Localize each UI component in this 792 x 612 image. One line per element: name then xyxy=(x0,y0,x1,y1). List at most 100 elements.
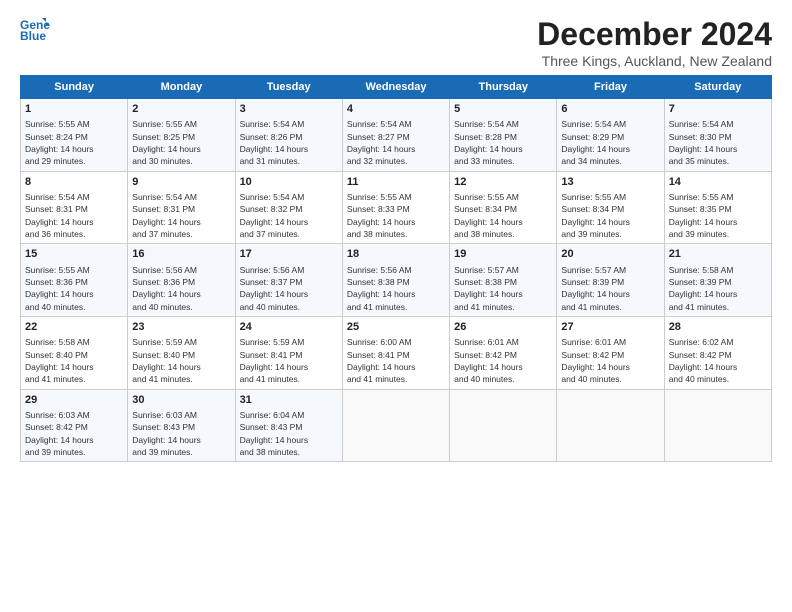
day-number: 13 xyxy=(561,175,659,190)
day-number: 19 xyxy=(454,247,552,262)
col-friday: Friday xyxy=(557,76,664,99)
table-row: 14Sunrise: 5:55 AMSunset: 8:35 PMDayligh… xyxy=(664,171,771,244)
day-info: Sunrise: 5:54 AMSunset: 8:27 PMDaylight:… xyxy=(347,118,445,167)
col-monday: Monday xyxy=(128,76,235,99)
day-number: 18 xyxy=(347,247,445,262)
day-number: 30 xyxy=(132,393,230,408)
day-info: Sunrise: 5:59 AMSunset: 8:40 PMDaylight:… xyxy=(132,336,230,385)
logo: General Blue xyxy=(20,16,50,44)
day-info: Sunrise: 5:58 AMSunset: 8:40 PMDaylight:… xyxy=(25,336,123,385)
day-number: 15 xyxy=(25,247,123,262)
table-row: 17Sunrise: 5:56 AMSunset: 8:37 PMDayligh… xyxy=(235,244,342,317)
title-block: December 2024 Three Kings, Auckland, New… xyxy=(537,16,772,69)
day-info: Sunrise: 5:54 AMSunset: 8:31 PMDaylight:… xyxy=(25,191,123,240)
day-info: Sunrise: 6:02 AMSunset: 8:42 PMDaylight:… xyxy=(669,336,767,385)
table-row xyxy=(664,389,771,462)
day-info: Sunrise: 5:55 AMSunset: 8:34 PMDaylight:… xyxy=(561,191,659,240)
day-number: 27 xyxy=(561,320,659,335)
day-info: Sunrise: 5:55 AMSunset: 8:33 PMDaylight:… xyxy=(347,191,445,240)
table-row: 6Sunrise: 5:54 AMSunset: 8:29 PMDaylight… xyxy=(557,99,664,172)
calendar-week-row: 22Sunrise: 5:58 AMSunset: 8:40 PMDayligh… xyxy=(21,316,772,389)
day-info: Sunrise: 5:54 AMSunset: 8:29 PMDaylight:… xyxy=(561,118,659,167)
day-number: 23 xyxy=(132,320,230,335)
day-info: Sunrise: 5:58 AMSunset: 8:39 PMDaylight:… xyxy=(669,264,767,313)
day-info: Sunrise: 5:54 AMSunset: 8:30 PMDaylight:… xyxy=(669,118,767,167)
day-number: 1 xyxy=(25,102,123,117)
calendar-week-row: 8Sunrise: 5:54 AMSunset: 8:31 PMDaylight… xyxy=(21,171,772,244)
table-row: 29Sunrise: 6:03 AMSunset: 8:42 PMDayligh… xyxy=(21,389,128,462)
svg-text:Blue: Blue xyxy=(20,29,46,43)
day-info: Sunrise: 6:01 AMSunset: 8:42 PMDaylight:… xyxy=(561,336,659,385)
table-row xyxy=(342,389,449,462)
day-info: Sunrise: 6:04 AMSunset: 8:43 PMDaylight:… xyxy=(240,409,338,458)
page: General Blue December 2024 Three Kings, … xyxy=(0,0,792,612)
day-number: 21 xyxy=(669,247,767,262)
col-thursday: Thursday xyxy=(450,76,557,99)
table-row: 20 Sunrise: 5:57 AMSunset: 8:39 PMDayligh… xyxy=(557,244,664,317)
logo-icon: General Blue xyxy=(20,16,50,44)
col-sunday: Sunday xyxy=(21,76,128,99)
table-row: 13Sunrise: 5:55 AMSunset: 8:34 PMDayligh… xyxy=(557,171,664,244)
day-info: Sunrise: 5:54 AMSunset: 8:31 PMDaylight:… xyxy=(132,191,230,240)
table-row: 7Sunrise: 5:54 AMSunset: 8:30 PMDaylight… xyxy=(664,99,771,172)
day-number: 14 xyxy=(669,175,767,190)
table-row: 30Sunrise: 6:03 AMSunset: 8:43 PMDayligh… xyxy=(128,389,235,462)
subtitle: Three Kings, Auckland, New Zealand xyxy=(537,53,772,69)
table-row: 22Sunrise: 5:58 AMSunset: 8:40 PMDayligh… xyxy=(21,316,128,389)
day-number: 7 xyxy=(669,102,767,117)
day-info: Sunrise: 5:54 AMSunset: 8:32 PMDaylight:… xyxy=(240,191,338,240)
day-number: 20 xyxy=(561,247,659,262)
table-row: 19 Sunrise: 5:57 AMSunset: 8:38 PMDayligh… xyxy=(450,244,557,317)
table-row: 2Sunrise: 5:55 AMSunset: 8:25 PMDaylight… xyxy=(128,99,235,172)
day-info: Sunrise: 6:03 AMSunset: 8:43 PMDaylight:… xyxy=(132,409,230,458)
calendar-table: Sunday Monday Tuesday Wednesday Thursday… xyxy=(20,75,772,462)
day-number: 17 xyxy=(240,247,338,262)
col-saturday: Saturday xyxy=(664,76,771,99)
calendar-week-row: 1Sunrise: 5:55 AMSunset: 8:24 PMDaylight… xyxy=(21,99,772,172)
day-info: Sunrise: 5:54 AMSunset: 8:28 PMDaylight:… xyxy=(454,118,552,167)
day-number: 8 xyxy=(25,175,123,190)
table-row: 15 Sunrise: 5:55 AMSunset: 8:36 PMDayligh… xyxy=(21,244,128,317)
day-info: Sunrise: 5:55 AMSunset: 8:34 PMDaylight:… xyxy=(454,191,552,240)
day-number: 24 xyxy=(240,320,338,335)
day-info: Sunrise: 5:55 AMSunset: 8:25 PMDaylight:… xyxy=(132,118,230,167)
day-info: Sunrise: 5:59 AMSunset: 8:41 PMDaylight:… xyxy=(240,336,338,385)
table-row: 23Sunrise: 5:59 AMSunset: 8:40 PMDayligh… xyxy=(128,316,235,389)
day-info: Sunrise: 6:00 AMSunset: 8:41 PMDaylight:… xyxy=(347,336,445,385)
calendar-week-row: 29Sunrise: 6:03 AMSunset: 8:42 PMDayligh… xyxy=(21,389,772,462)
table-row: 31Sunrise: 6:04 AMSunset: 8:43 PMDayligh… xyxy=(235,389,342,462)
day-info: Sunrise: 5:55 AMSunset: 8:36 PMDaylight:… xyxy=(25,264,123,313)
day-number: 2 xyxy=(132,102,230,117)
day-info: Sunrise: 5:57 AMSunset: 8:39 PMDaylight:… xyxy=(561,264,659,313)
day-info: Sunrise: 5:55 AMSunset: 8:35 PMDaylight:… xyxy=(669,191,767,240)
day-number: 3 xyxy=(240,102,338,117)
table-row: 10Sunrise: 5:54 AMSunset: 8:32 PMDayligh… xyxy=(235,171,342,244)
day-info: Sunrise: 5:57 AMSunset: 8:38 PMDaylight:… xyxy=(454,264,552,313)
table-row: 11Sunrise: 5:55 AMSunset: 8:33 PMDayligh… xyxy=(342,171,449,244)
table-row: 9Sunrise: 5:54 AMSunset: 8:31 PMDaylight… xyxy=(128,171,235,244)
table-row: 26Sunrise: 6:01 AMSunset: 8:42 PMDayligh… xyxy=(450,316,557,389)
day-number: 31 xyxy=(240,393,338,408)
day-number: 11 xyxy=(347,175,445,190)
header: General Blue December 2024 Three Kings, … xyxy=(20,16,772,69)
table-row: 4Sunrise: 5:54 AMSunset: 8:27 PMDaylight… xyxy=(342,99,449,172)
day-info: Sunrise: 6:03 AMSunset: 8:42 PMDaylight:… xyxy=(25,409,123,458)
day-number: 9 xyxy=(132,175,230,190)
col-wednesday: Wednesday xyxy=(342,76,449,99)
table-row: 1Sunrise: 5:55 AMSunset: 8:24 PMDaylight… xyxy=(21,99,128,172)
day-number: 12 xyxy=(454,175,552,190)
day-number: 28 xyxy=(669,320,767,335)
calendar-header-row: Sunday Monday Tuesday Wednesday Thursday… xyxy=(21,76,772,99)
day-info: Sunrise: 5:54 AMSunset: 8:26 PMDaylight:… xyxy=(240,118,338,167)
table-row: 8Sunrise: 5:54 AMSunset: 8:31 PMDaylight… xyxy=(21,171,128,244)
day-number: 10 xyxy=(240,175,338,190)
day-number: 4 xyxy=(347,102,445,117)
day-number: 29 xyxy=(25,393,123,408)
table-row: 27Sunrise: 6:01 AMSunset: 8:42 PMDayligh… xyxy=(557,316,664,389)
table-row: 12Sunrise: 5:55 AMSunset: 8:34 PMDayligh… xyxy=(450,171,557,244)
day-info: Sunrise: 6:01 AMSunset: 8:42 PMDaylight:… xyxy=(454,336,552,385)
day-info: Sunrise: 5:56 AMSunset: 8:36 PMDaylight:… xyxy=(132,264,230,313)
day-number: 6 xyxy=(561,102,659,117)
day-number: 25 xyxy=(347,320,445,335)
table-row xyxy=(557,389,664,462)
